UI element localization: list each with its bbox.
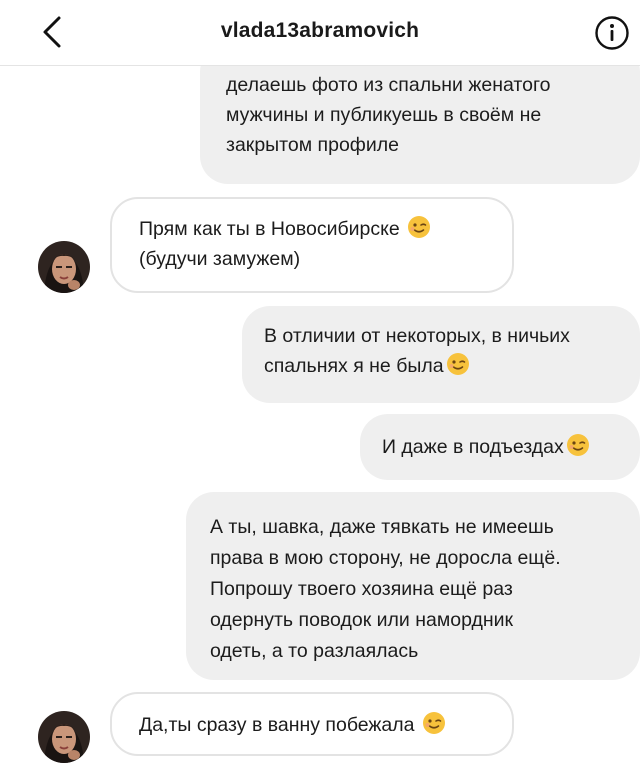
message-text-line: делаешь фото из спальни женатого [226, 74, 551, 96]
winking-face-icon [446, 353, 469, 375]
message-received[interactable]: Прям как ты в Новосибирске (будучи замуж… [110, 197, 514, 293]
message-text: Да,ты сразу в ванну побежала [139, 714, 415, 736]
message-text-line: Попрошу твоего хозяина ещё раз [210, 578, 513, 600]
winking-face-icon [422, 712, 445, 734]
message-text-line: права в мою сторону, не доросла ещё. [210, 547, 561, 569]
message-text: Прям как ты в Новосибирске [139, 218, 400, 240]
info-circle-icon [595, 16, 629, 50]
message-sent[interactable]: И даже в подъездах [360, 414, 640, 480]
message-received[interactable]: Да,ты сразу в ванну побежала [110, 692, 514, 756]
winking-face-icon [408, 216, 431, 238]
winking-face-icon [566, 434, 589, 456]
message-text-line: закрытом профиле [226, 134, 399, 156]
sender-avatar[interactable] [38, 241, 90, 293]
message-text-line: А ты, шавка, даже тявкать не имеешь [210, 516, 554, 538]
message-text-line: одернуть поводок или намордник [210, 609, 514, 631]
message-text-line: (будучи замужем) [139, 248, 301, 270]
info-button[interactable] [594, 15, 630, 51]
message-text-line: одеть, а то разлаялась [210, 640, 419, 662]
message-sent[interactable]: В отличии от некоторых, в ничьих спальня… [242, 306, 640, 403]
message-text-line: В отличии от некоторых, в ничьих [264, 325, 570, 347]
message-text: И даже в подъездах [382, 436, 564, 458]
chat-header: vlada13abramovich [0, 0, 640, 66]
chat-username[interactable]: vlada13abramovich [0, 19, 640, 43]
message-text-line: мужчины и публикуешь в своём не [226, 104, 542, 126]
message-text: спальнях я не была [264, 355, 444, 377]
message-sent[interactable]: А ты, шавка, даже тявкать не имеешь прав… [186, 492, 640, 680]
sender-avatar[interactable] [38, 711, 90, 763]
